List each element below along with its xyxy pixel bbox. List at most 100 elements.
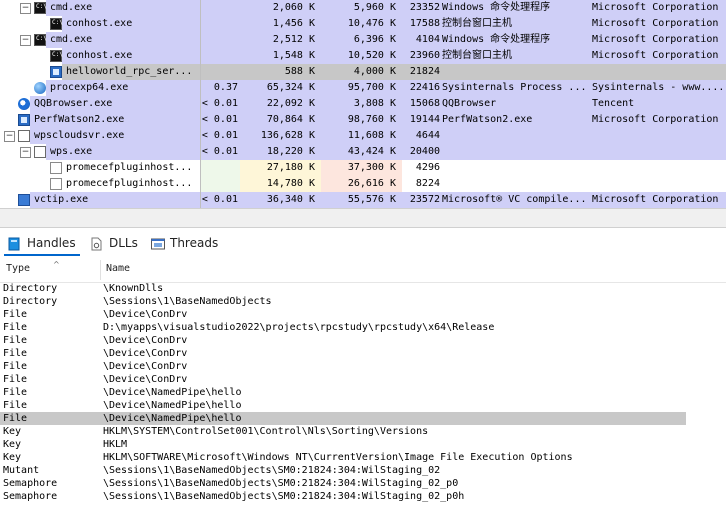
process-row[interactable]: helloworld_rpc_ser... 588 K 4,000 K 21824 <box>0 64 726 80</box>
column-divider[interactable] <box>100 260 101 280</box>
handles-header: Type ^ Name <box>0 258 726 283</box>
handle-row[interactable]: File \Device\NamedPipe\hello <box>0 386 686 399</box>
working-set-value: 37,300 K <box>347 162 396 173</box>
cpu-value <box>201 48 238 64</box>
lower-pane-tabs: Handles DLLs Threads <box>0 228 726 258</box>
handle-row[interactable]: Semaphore \Sessions\1\BaseNamedObjects\SM… <box>0 477 686 490</box>
handle-row[interactable]: File \Device\ConDrv <box>0 334 686 347</box>
working-set-value: 3,808 K <box>353 98 396 109</box>
handle-row[interactable]: Directory \KnownDlls <box>0 282 686 295</box>
tab-dlls[interactable]: DLLs <box>90 232 142 254</box>
handle-row[interactable]: File \Device\ConDrv <box>0 360 686 373</box>
handle-type: Key <box>3 426 22 437</box>
description-value <box>442 176 586 192</box>
company-value: Microsoft Corporation <box>592 194 719 205</box>
private-bytes-value: 65,324 K <box>266 82 315 93</box>
working-set-value: 43,424 K <box>347 146 396 157</box>
process-name: QQBrowser.exe <box>34 98 113 109</box>
company-value: Sysinternals - www.... <box>592 82 725 93</box>
console-icon <box>50 18 63 30</box>
handle-row[interactable]: File D:\myapps\visualstudio2022\projects\… <box>0 321 686 334</box>
pid-value: 19144 <box>409 114 440 125</box>
collapse-toggle-icon[interactable]: − <box>20 147 31 158</box>
column-header-type[interactable]: Type ^ <box>6 258 98 282</box>
process-row[interactable]: PerfWatson2.exe < 0.01 70,864 K 98,760 K 191… <box>0 112 726 128</box>
company-value <box>592 144 726 160</box>
console-icon <box>50 50 63 62</box>
handle-row[interactable]: File \Device\NamedPipe\hello <box>0 412 686 425</box>
column-divider[interactable] <box>200 0 201 208</box>
company-value: Microsoft Corporation <box>592 50 719 61</box>
working-set-value: 95,700 K <box>347 82 396 93</box>
cpu-value <box>201 16 238 32</box>
process-row[interactable]: − wpscloudsvr.exe < 0.01 136,628 K 11,608 K 4… <box>0 128 726 144</box>
handle-type: Semaphore <box>3 478 58 489</box>
handle-row[interactable]: File \Device\NamedPipe\hello <box>0 399 686 412</box>
active-tab-indicator <box>4 254 80 256</box>
description-value: 控制台窗口主机 <box>442 50 512 61</box>
collapse-toggle-icon[interactable]: − <box>4 131 15 142</box>
handle-row[interactable]: File \Device\ConDrv <box>0 308 686 321</box>
cpu-value: < 0.01 <box>201 98 238 109</box>
working-set-value: 5,960 K <box>353 2 396 13</box>
description-value: PerfWatson2.exe <box>442 114 533 125</box>
handles-grid[interactable]: Type ^ Name Directory \KnownDlls Directory… <box>0 258 726 507</box>
process-row[interactable]: − wps.exe < 0.01 18,220 K 43,424 K 20400 <box>0 144 726 160</box>
process-name: promecefpluginhost... <box>66 178 193 189</box>
handle-row[interactable]: File \Device\ConDrv <box>0 347 686 360</box>
process-row[interactable]: − cmd.exe 2,512 K 6,396 K 4104Windows 命令处理程序… <box>0 32 726 48</box>
handle-name: \Device\NamedPipe\hello <box>103 400 242 411</box>
handle-row[interactable]: Key HKLM\SOFTWARE\Microsoft\Windows NT\Cu… <box>0 451 686 464</box>
description-value <box>442 160 586 176</box>
handle-row[interactable]: Directory \Sessions\1\BaseNamedObjects <box>0 295 686 308</box>
pid-value: 15068 <box>409 98 440 109</box>
column-header-name[interactable]: Name <box>106 258 406 282</box>
process-row[interactable]: conhost.exe 1,548 K 10,520 K 23960控制台窗口主机 Mi… <box>0 48 726 64</box>
process-name: wps.exe <box>50 146 93 157</box>
tab-threads[interactable]: Threads <box>151 232 223 254</box>
pid-value: 23960 <box>409 50 440 61</box>
handle-row[interactable]: Mutant \Sessions\1\BaseNamedObjects\SM0:2… <box>0 464 686 477</box>
process-row[interactable]: conhost.exe 1,456 K 10,476 K 17588控制台窗口主机 Mi… <box>0 16 726 32</box>
handle-row[interactable]: Key HKLM <box>0 438 686 451</box>
tab-handles[interactable]: Handles <box>8 232 80 254</box>
collapse-toggle-icon[interactable]: − <box>20 35 31 46</box>
working-set-value: 6,396 K <box>353 34 396 45</box>
handle-name: \Sessions\1\BaseNamedObjects\SM0:21824:3… <box>103 491 465 502</box>
sort-ascending-icon: ^ <box>53 260 60 269</box>
private-bytes-value: 70,864 K <box>266 114 315 125</box>
process-row[interactable]: promecefpluginhost... 27,180 K 37,300 K 429… <box>0 160 726 176</box>
company-value <box>592 128 726 144</box>
description-value <box>442 144 586 160</box>
handle-name: \Device\ConDrv <box>103 309 188 320</box>
cmd-icon <box>34 34 47 46</box>
process-row[interactable]: promecefpluginhost... 14,780 K 26,616 K 822… <box>0 176 726 192</box>
process-name: cmd.exe <box>50 34 93 45</box>
handle-name: \Sessions\1\BaseNamedObjects <box>103 296 272 307</box>
description-value: 控制台窗口主机 <box>442 18 512 29</box>
handle-row[interactable]: Key HKLM\SYSTEM\ControlSet001\Control\Nls… <box>0 425 686 438</box>
working-set-value: 10,520 K <box>347 50 396 61</box>
private-bytes-value: 14,780 K <box>266 178 315 189</box>
working-set-value: 26,616 K <box>347 178 396 189</box>
handle-type: File <box>3 400 28 411</box>
handle-name: D:\myapps\visualstudio2022\projects\rpcs… <box>103 322 495 333</box>
process-row[interactable]: QQBrowser.exe < 0.01 22,092 K 3,808 K 15068 Q… <box>0 96 726 112</box>
handle-name: \Sessions\1\BaseNamedObjects\SM0:21824:3… <box>103 478 459 489</box>
handle-row[interactable]: File \Device\ConDrv <box>0 373 686 386</box>
dlls-icon <box>90 236 103 251</box>
process-name: conhost.exe <box>66 50 133 61</box>
handle-row[interactable]: Semaphore \Sessions\1\BaseNamedObjects\SM… <box>0 490 686 503</box>
handle-type: File <box>3 309 28 320</box>
threads-icon <box>151 236 165 250</box>
process-row[interactable]: vctip.exe < 0.01 36,340 K 55,576 K 23572 Micr… <box>0 192 726 208</box>
process-tree[interactable]: −cmd.exe2,060 K5,960 K23352Windows 命令处理程… <box>0 0 726 208</box>
process-row[interactable]: procexp64.exe 0.37 65,324 K 95,700 K 22416 Sy… <box>0 80 726 96</box>
process-row[interactable]: − cmd.exe 2,060 K 5,960 K 23352Windows 命令处理程… <box>0 0 726 16</box>
process-name: cmd.exe <box>50 2 93 13</box>
handle-name: HKLM\SOFTWARE\Microsoft\Windows NT\Curre… <box>103 452 573 463</box>
qqbrowser-icon <box>18 98 30 110</box>
collapse-toggle-icon[interactable]: − <box>20 3 31 14</box>
cpu-value: < 0.01 <box>201 146 238 157</box>
pane-splitter[interactable] <box>0 208 726 228</box>
